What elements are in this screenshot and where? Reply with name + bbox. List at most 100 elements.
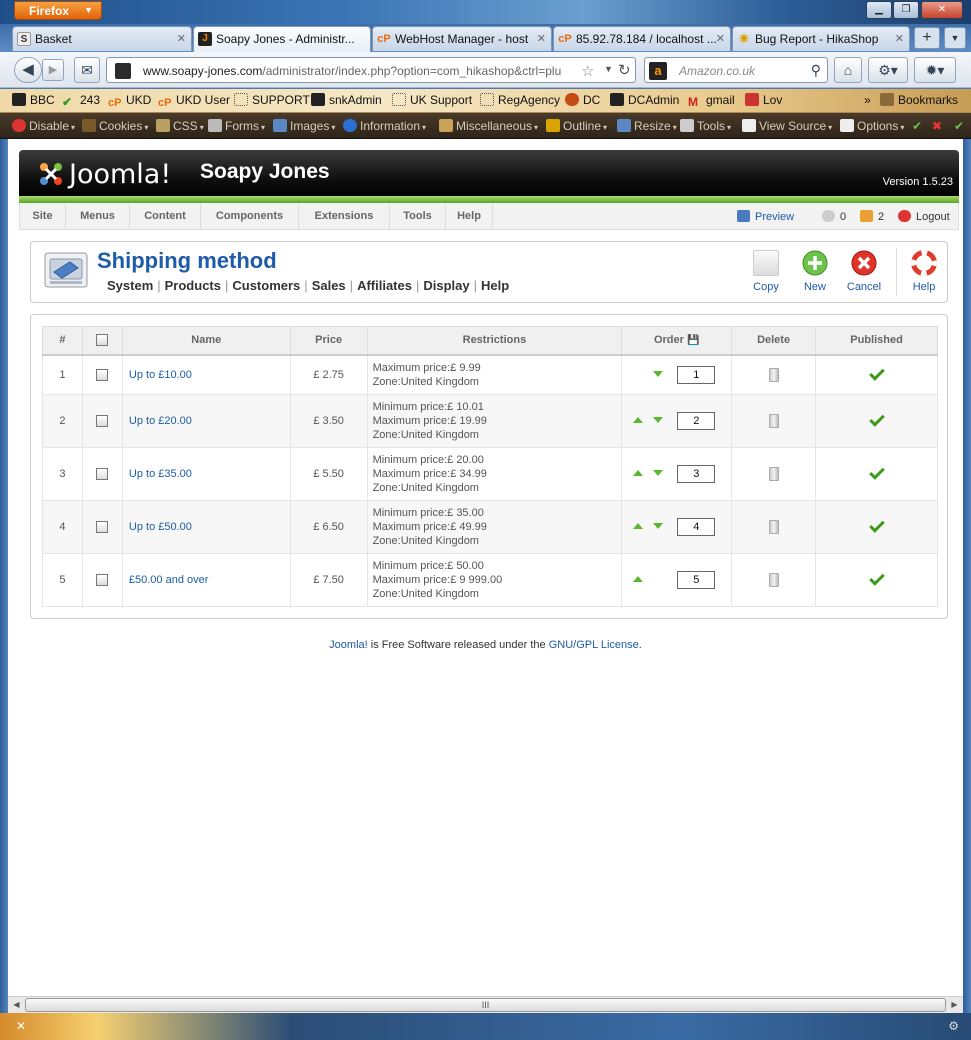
move-down-icon[interactable] (653, 523, 664, 529)
close-tab-icon[interactable]: ✕ (177, 32, 186, 45)
menu-tools[interactable]: Tools (390, 203, 446, 229)
dev-disable-menu[interactable]: Disable ▾ (12, 119, 75, 133)
submenu-help[interactable]: Help (477, 278, 513, 293)
new-button[interactable]: New (792, 250, 838, 293)
minimize-button[interactable]: ▁ (866, 1, 892, 19)
email-link-button[interactable]: ✉ (74, 57, 100, 83)
joomla-link[interactable]: Joomla! (329, 639, 368, 651)
row-checkbox[interactable] (96, 368, 109, 381)
move-up-icon[interactable] (633, 576, 644, 582)
published-check-icon[interactable] (868, 411, 885, 427)
shipping-method-name-link[interactable]: Up to £20.00 (121, 394, 291, 448)
order-input[interactable]: 1 (677, 365, 716, 384)
column-header-select-all[interactable] (81, 326, 123, 356)
bookmark-regagency[interactable]: RegAgency (480, 93, 560, 107)
column-header-name[interactable]: Name (121, 326, 291, 356)
delete-trash-icon[interactable] (768, 573, 779, 587)
firefox-menu-button[interactable]: Firefox ▼ (14, 1, 102, 20)
move-down-icon[interactable] (653, 470, 664, 476)
forward-button[interactable]: ▶ (42, 59, 64, 81)
bookmarks-menu-button[interactable]: Bookmarks (880, 93, 958, 107)
dev-miscellaneous-menu[interactable]: Miscellaneous ▾ (439, 119, 538, 133)
column-header-restrictions[interactable]: Restrictions (366, 326, 623, 356)
move-down-icon[interactable] (653, 370, 664, 377)
shipping-method-name-link[interactable]: Up to £50.00 (121, 500, 291, 554)
order-input[interactable]: 3 (677, 465, 716, 483)
row-checkbox[interactable] (96, 415, 109, 428)
scrollbar-thumb[interactable]: III (25, 998, 946, 1012)
validation-error-icon[interactable]: ✖ (932, 119, 942, 133)
bookmark-support[interactable]: SUPPORT (234, 93, 310, 107)
order-input[interactable]: 2 (677, 412, 716, 430)
column-header-published[interactable]: Published (815, 326, 938, 356)
published-check-icon[interactable] (868, 464, 885, 480)
bookmark-243[interactable]: ✔ 243 (62, 93, 100, 109)
close-addon-bar-icon[interactable]: ✕ (16, 1019, 26, 1033)
move-up-icon[interactable] (633, 417, 644, 423)
tab-basket[interactable]: S Basket ✕ (12, 26, 192, 51)
history-dropdown-icon[interactable]: ▼ (604, 64, 613, 74)
url-bar[interactable]: www.soapy-jones.com/administrator/index.… (106, 57, 636, 83)
select-all-checkbox[interactable] (96, 334, 109, 347)
column-header-price[interactable]: Price (289, 326, 368, 356)
menu-help[interactable]: Help (446, 203, 493, 229)
bookmark-star-icon[interactable]: ☆ (581, 62, 594, 80)
search-bar[interactable]: a Amazon.co.uk ⚲ (644, 57, 828, 83)
menu-site[interactable]: Site (20, 203, 66, 229)
menu-extensions[interactable]: Extensions (299, 203, 390, 229)
addon-menu-button[interactable]: ✹▾ (914, 57, 956, 83)
delete-trash-icon[interactable] (768, 467, 779, 481)
submenu-display[interactable]: Display (419, 278, 473, 293)
messages-count[interactable]: 0 (822, 210, 846, 223)
validation-ok-icon[interactable]: ✔ (954, 119, 964, 133)
published-check-icon[interactable] (868, 517, 885, 533)
dev-images-menu[interactable]: Images ▾ (273, 119, 335, 133)
scroll-right-icon[interactable]: ▶ (946, 997, 963, 1013)
submenu-affiliates[interactable]: Affiliates (353, 278, 416, 293)
home-button[interactable]: ⌂ (834, 57, 862, 83)
bookmarks-overflow-button[interactable]: » (864, 93, 871, 107)
resize-grip-icon[interactable]: ⚙ (948, 1019, 959, 1033)
delete-trash-icon[interactable] (768, 367, 779, 382)
dev-forms-menu[interactable]: Forms ▾ (208, 119, 265, 133)
close-tab-icon[interactable]: ✕ (537, 32, 546, 45)
delete-trash-icon[interactable] (768, 414, 779, 428)
bookmark-ukd[interactable]: cP UKD (108, 93, 151, 110)
order-input[interactable]: 5 (677, 571, 716, 589)
addon-button[interactable]: ⚙▾ (868, 57, 908, 83)
row-checkbox[interactable] (96, 468, 109, 481)
save-order-icon[interactable]: 💾 (687, 335, 699, 346)
shipping-method-name-link[interactable]: Up to £35.00 (121, 447, 291, 501)
horizontal-scrollbar[interactable]: ◀ III ▶ (8, 996, 963, 1013)
bookmark-dcadmin[interactable]: DCAdmin (610, 93, 679, 107)
menu-menus[interactable]: Menus (66, 203, 130, 229)
site-identity-icon[interactable] (115, 63, 131, 79)
bookmark-dc[interactable]: DC (565, 93, 600, 107)
submenu-system[interactable]: System (103, 278, 157, 293)
scroll-left-icon[interactable]: ◀ (8, 997, 25, 1013)
close-tab-icon[interactable]: ✕ (716, 32, 725, 45)
cancel-button[interactable]: Cancel (841, 250, 887, 293)
bookmark-bbc[interactable]: BBC (12, 93, 55, 107)
validation-ok-icon[interactable]: ✔ (912, 119, 922, 133)
order-input[interactable]: 4 (677, 518, 716, 536)
gnu-gpl-license-link[interactable]: GNU/GPL License (549, 639, 639, 651)
close-tab-icon[interactable]: ✕ (895, 32, 904, 45)
row-checkbox[interactable] (96, 521, 109, 534)
column-header-order[interactable]: Order 💾 (621, 326, 733, 356)
maximize-button[interactable]: ❐ (893, 1, 919, 19)
shipping-method-name-link[interactable]: Up to £10.00 (121, 354, 291, 395)
dev-css-menu[interactable]: CSS ▾ (156, 119, 204, 133)
tab-bug-report[interactable]: ✷ Bug Report - HikaShop ✕ (732, 26, 910, 51)
bookmark-lov[interactable]: Lov (745, 93, 782, 107)
shipping-method-name-link[interactable]: £50.00 and over (121, 553, 291, 607)
submenu-products[interactable]: Products (161, 278, 225, 293)
delete-trash-icon[interactable] (768, 520, 779, 534)
menu-components[interactable]: Components (201, 203, 299, 229)
search-icon[interactable]: ⚲ (811, 62, 821, 79)
published-check-icon[interactable] (868, 570, 885, 586)
list-all-tabs-button[interactable]: ▼ (944, 27, 966, 49)
copy-button[interactable]: Copy (743, 250, 789, 293)
reload-icon[interactable]: ↻ (618, 61, 631, 79)
published-check-icon[interactable] (868, 365, 885, 381)
